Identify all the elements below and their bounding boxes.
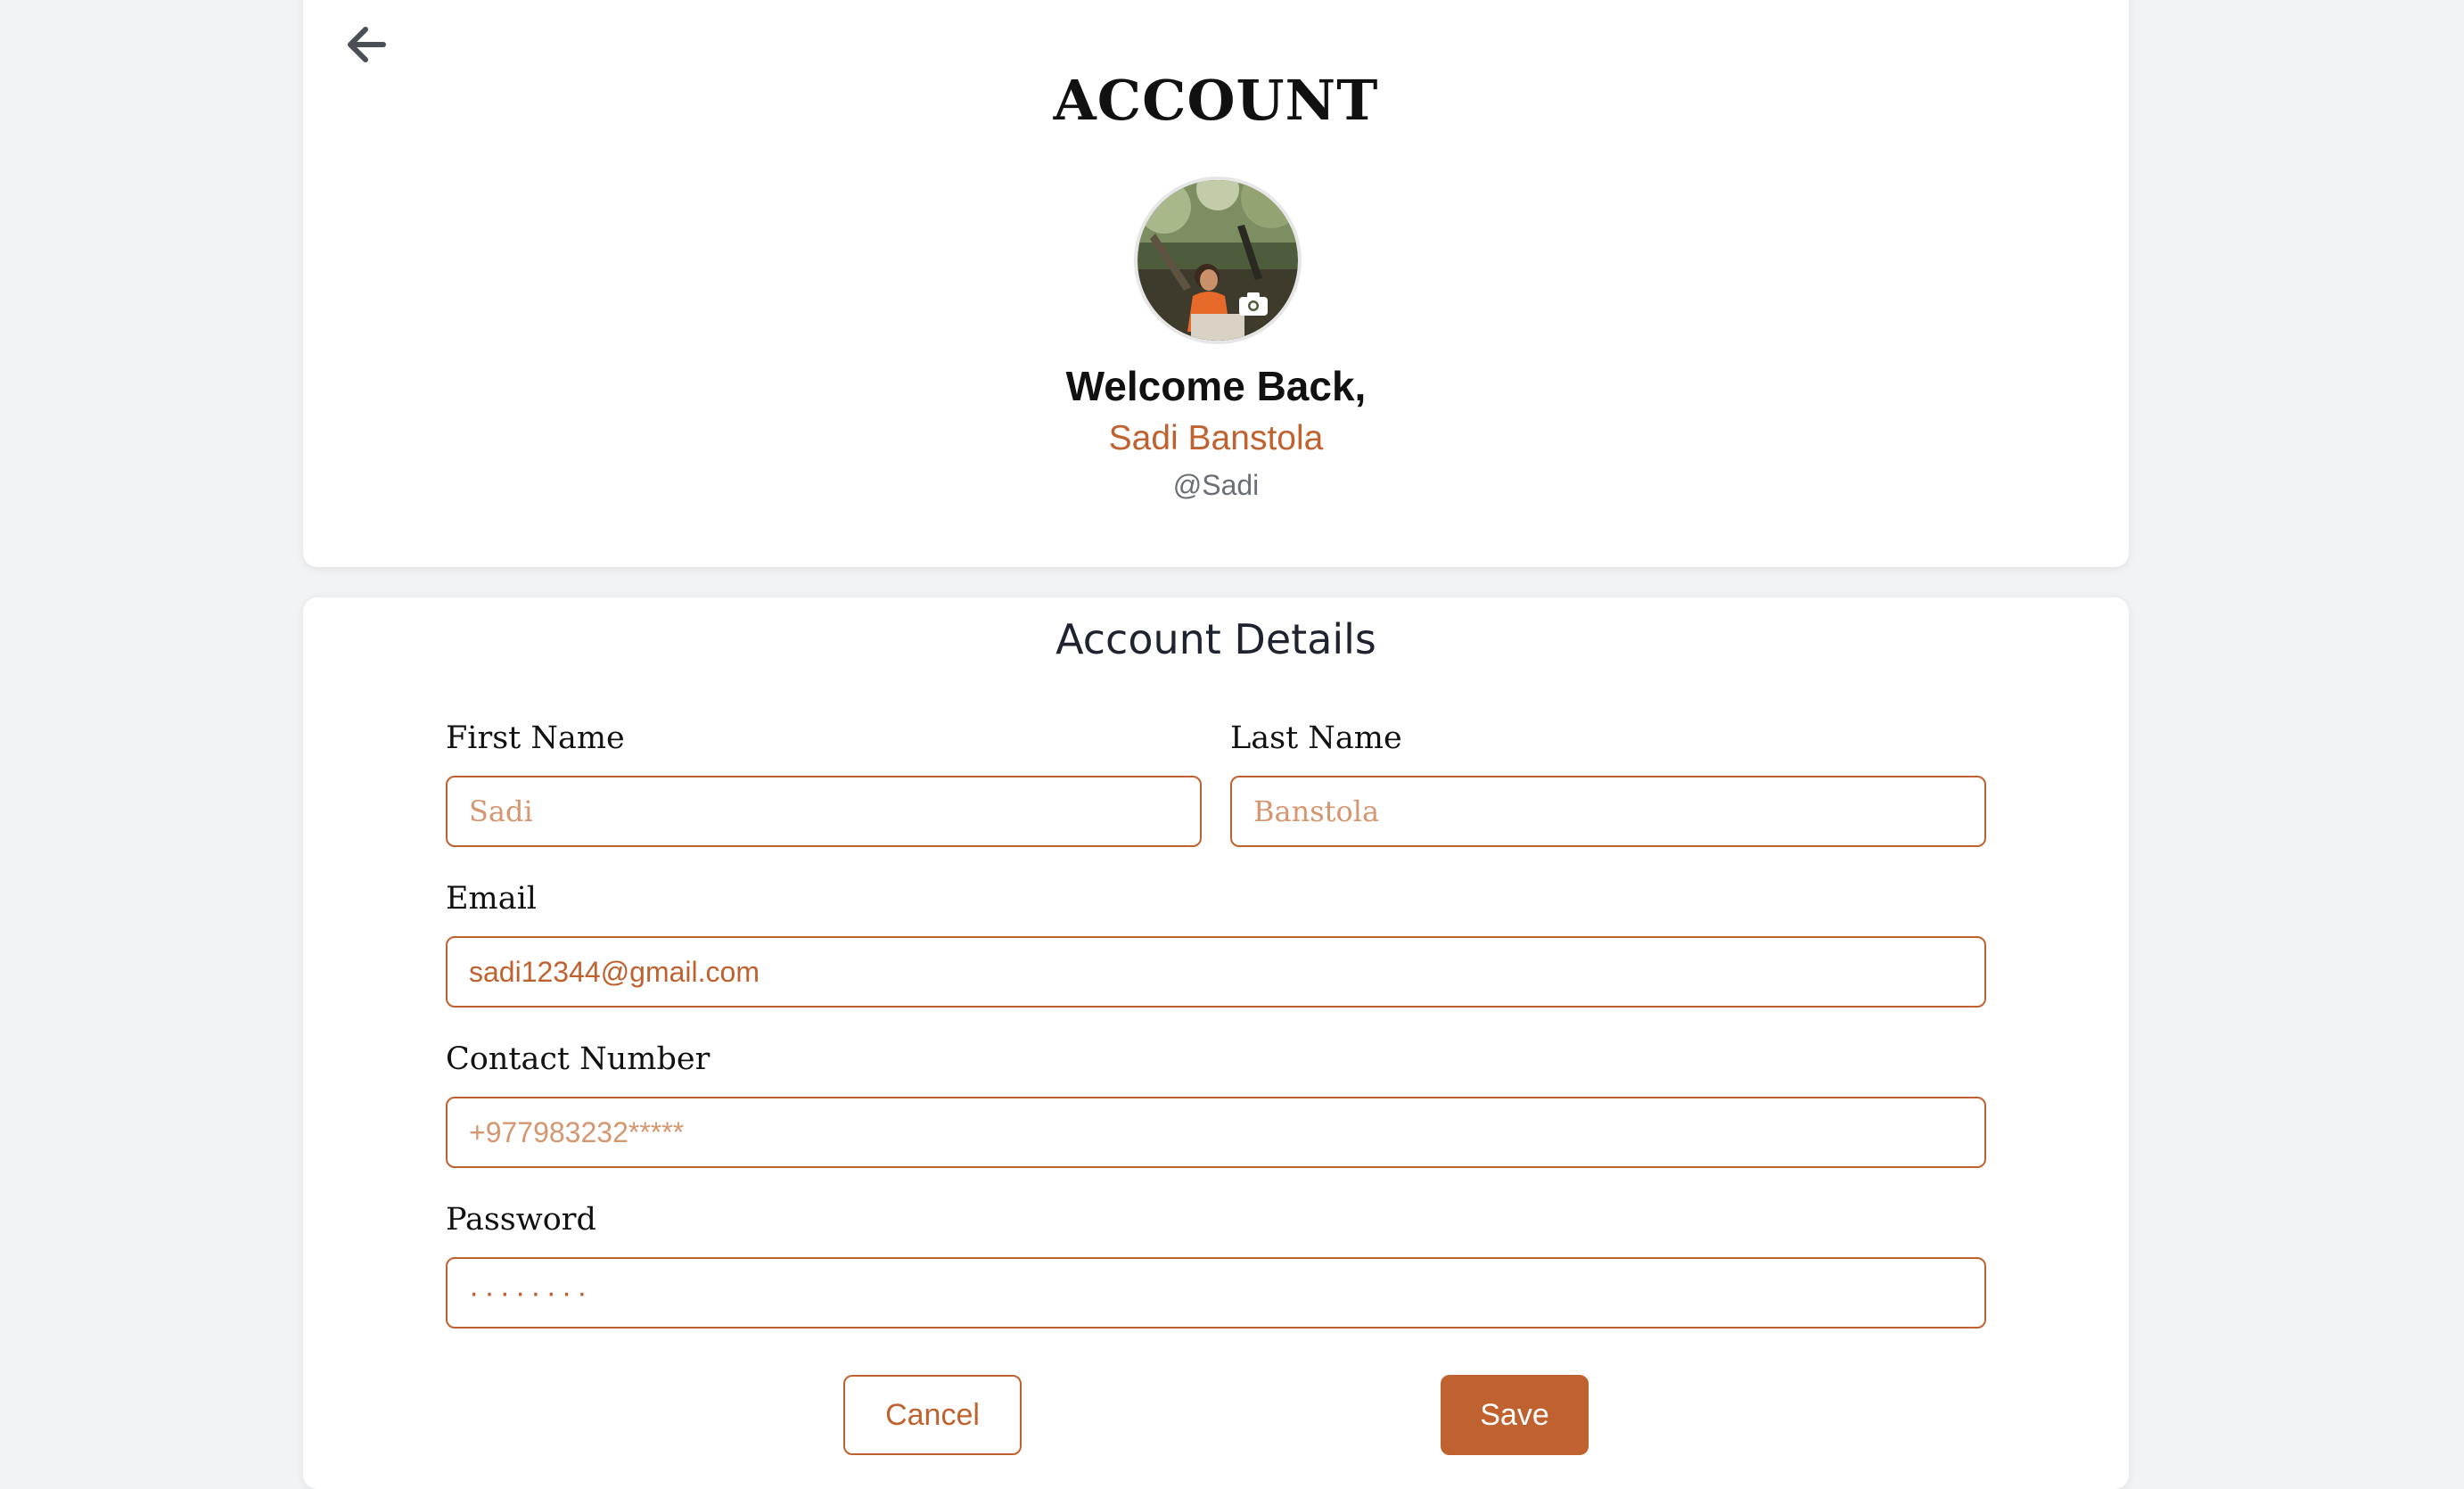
arrow-left-icon — [348, 27, 386, 62]
password-input[interactable] — [446, 1257, 1986, 1329]
user-handle: @Sadi — [1172, 469, 1260, 501]
account-details-card: Account Details First Name Last Name Ema… — [303, 597, 2129, 1489]
section-title: Account Details — [1055, 615, 1376, 663]
first-name-input[interactable] — [446, 776, 1202, 847]
email-label: Email — [446, 881, 537, 917]
welcome-heading: Welcome Back, — [1065, 363, 1367, 409]
email-input[interactable] — [446, 936, 1986, 1008]
camera-icon — [1239, 292, 1268, 316]
first-name-label: First Name — [446, 720, 625, 756]
cancel-button[interactable]: Cancel — [843, 1375, 1022, 1455]
back-button[interactable] — [341, 16, 394, 73]
contact-number-input[interactable] — [446, 1097, 1986, 1168]
avatar-photo — [1138, 180, 1298, 341]
password-label: Password — [446, 1202, 596, 1238]
avatar[interactable] — [1134, 177, 1302, 344]
last-name-input[interactable] — [1230, 776, 1986, 847]
user-full-name: Sadi Banstola — [1108, 419, 1324, 457]
last-name-label: Last Name — [1230, 720, 1402, 756]
page-title: ACCOUNT — [1053, 68, 1379, 133]
profile-card: ACCOUNT Welcome Back, Sadi Banstola @Sad… — [303, 0, 2129, 567]
contact-number-label: Contact Number — [446, 1041, 710, 1077]
save-button[interactable]: Save — [1441, 1375, 1589, 1455]
